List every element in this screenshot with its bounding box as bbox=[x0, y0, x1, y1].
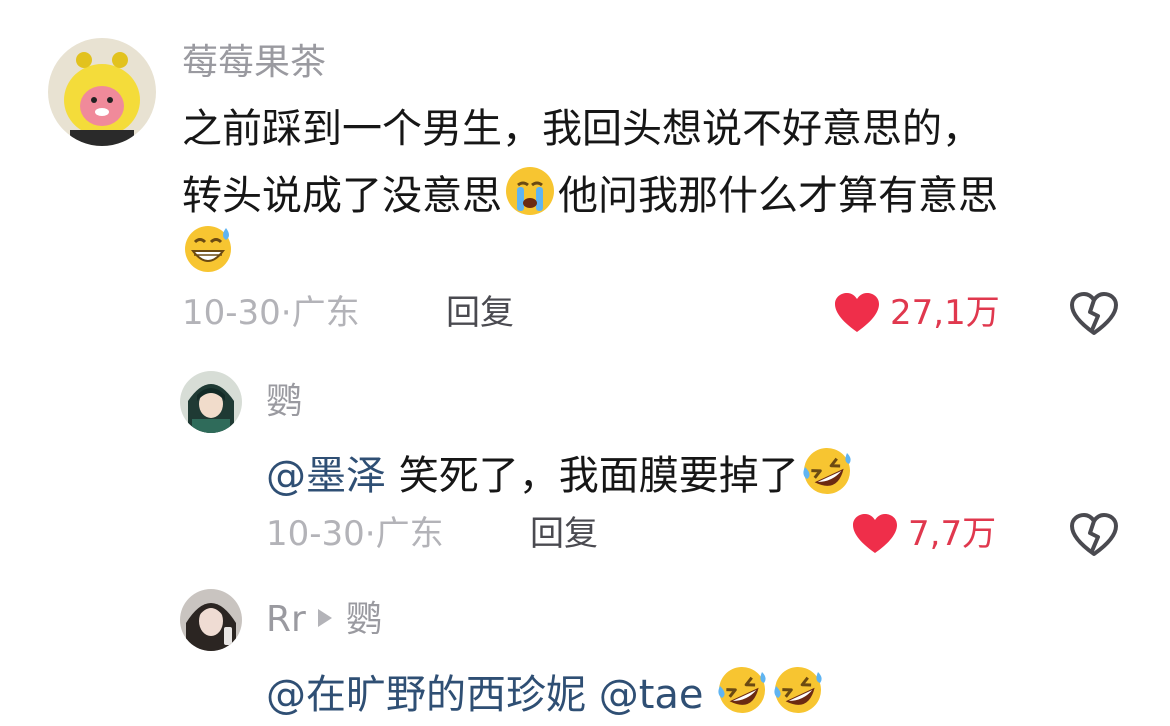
comment-date: 10-30 bbox=[182, 293, 281, 333]
reply-arrow-icon bbox=[317, 609, 332, 627]
mention-link[interactable]: @在旷野的西珍妮 bbox=[266, 672, 586, 718]
comment-text-line-1: @墨泽 笑死了，我面膜要掉了 bbox=[266, 445, 855, 497]
avatar[interactable] bbox=[180, 371, 242, 433]
reply-to-username[interactable]: 鹦 bbox=[346, 599, 382, 640]
comment-location: 广东 bbox=[291, 293, 360, 333]
username[interactable]: 莓莓果茶 bbox=[182, 45, 326, 81]
avatar[interactable] bbox=[180, 589, 242, 651]
comment-meta: 10-30·广东 bbox=[182, 296, 360, 330]
comment-text: 笑死了，我面膜要掉了 bbox=[398, 453, 799, 499]
comment-meta: 10-30·广东 bbox=[266, 517, 444, 551]
rolling-laughing-face-icon bbox=[772, 664, 824, 716]
comment-text: 他问我那什么才算有意思 bbox=[558, 173, 998, 219]
username[interactable]: Rr bbox=[266, 599, 306, 640]
rolling-laughing-face-icon bbox=[716, 664, 768, 716]
meta-separator: · bbox=[280, 293, 292, 333]
comment-text-line-3 bbox=[182, 222, 236, 274]
crying-face-icon bbox=[504, 165, 556, 217]
comment-text: 转头说成了没意思 bbox=[182, 173, 502, 219]
comment-date: 10-30 bbox=[266, 514, 365, 554]
username[interactable]: 鹦 bbox=[266, 384, 302, 420]
heart-icon[interactable] bbox=[834, 292, 880, 334]
mention-link[interactable]: @墨泽 bbox=[266, 453, 386, 499]
reply-button[interactable]: 回复 bbox=[530, 517, 598, 551]
comment-text-line-2: 转头说成了没意思 他问我那什么才算有意思 bbox=[182, 165, 998, 217]
comment-text-line-1: @在旷野的西珍妮 @tae bbox=[266, 664, 826, 716]
username-row: Rr 鹦 bbox=[266, 602, 382, 638]
comment-text-line-1: 之前踩到一个男生，我回头想说不好意思的， bbox=[182, 109, 982, 149]
rolling-laughing-face-icon bbox=[801, 445, 853, 497]
grinning-sweat-face-icon bbox=[182, 222, 234, 274]
meta-separator: · bbox=[364, 514, 376, 554]
avatar[interactable] bbox=[48, 38, 156, 146]
comment-text: 之前踩到一个男生，我回头想说不好意思的， bbox=[182, 106, 982, 152]
comment-location: 广东 bbox=[375, 514, 444, 554]
heart-icon[interactable] bbox=[852, 513, 898, 555]
like-count: 7,7万 bbox=[908, 514, 997, 554]
dislike-icon[interactable] bbox=[1070, 292, 1118, 336]
like-count: 27,1万 bbox=[890, 293, 1000, 333]
mention-link[interactable]: @tae bbox=[599, 672, 704, 718]
dislike-icon[interactable] bbox=[1070, 513, 1118, 557]
reply-button[interactable]: 回复 bbox=[446, 296, 514, 330]
